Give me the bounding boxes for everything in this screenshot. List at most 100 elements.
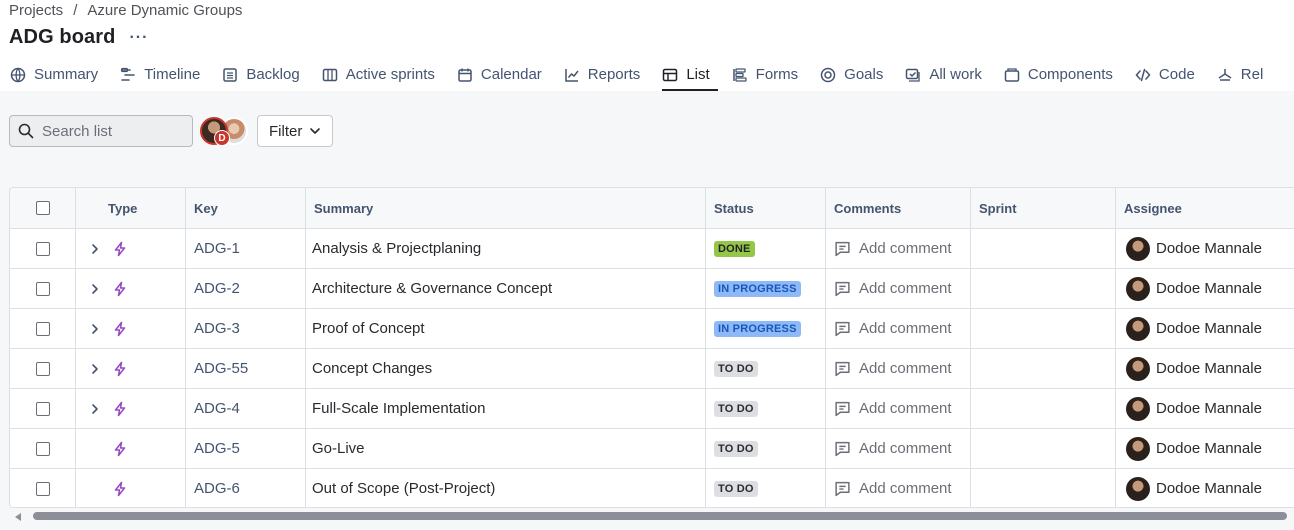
tab-all-work[interactable]: All work: [895, 58, 994, 91]
tab-calendar[interactable]: Calendar: [447, 58, 554, 91]
breadcrumb-projects[interactable]: Projects: [9, 2, 63, 19]
sprint-cell[interactable]: [971, 469, 1116, 507]
sprint-cell[interactable]: [971, 429, 1116, 468]
assignee-cell[interactable]: Dodoe Mannale: [1116, 309, 1294, 348]
comment-cell[interactable]: Add comment: [826, 229, 971, 268]
tab-components[interactable]: Components: [994, 58, 1125, 91]
scrollbar-thumb[interactable]: [33, 512, 1287, 520]
comment-cell[interactable]: Add comment: [826, 309, 971, 348]
header-comments[interactable]: Comments: [826, 188, 971, 228]
search-input[interactable]: Search list: [9, 115, 193, 147]
chevron-right-icon[interactable]: [88, 282, 102, 296]
chevron-right-icon[interactable]: [88, 242, 102, 256]
tab-backlog[interactable]: Backlog: [212, 58, 311, 91]
comment-cell[interactable]: Add comment: [826, 389, 971, 428]
tab-summary[interactable]: Summary: [0, 58, 110, 91]
add-comment-link[interactable]: Add comment: [859, 440, 952, 457]
comment-icon: [835, 281, 850, 297]
table-row[interactable]: ADG-1 Analysis & Projectplaning DONE Add co…: [10, 229, 1294, 269]
add-comment-link[interactable]: Add comment: [859, 400, 952, 417]
chevron-right-icon[interactable]: [88, 362, 102, 376]
table-row[interactable]: ADG-2 Architecture & Governance Concept IN…: [10, 269, 1294, 309]
tab-rel[interactable]: Rel: [1207, 58, 1276, 91]
sprint-cell[interactable]: [971, 309, 1116, 348]
breadcrumb-project[interactable]: Azure Dynamic Groups: [87, 2, 242, 19]
issue-key[interactable]: ADG-6: [186, 469, 306, 507]
table-row[interactable]: ADG-4 Full-Scale Implementation TO DO Add c…: [10, 389, 1294, 429]
issue-summary[interactable]: Concept Changes: [306, 349, 706, 388]
row-checkbox[interactable]: [35, 361, 50, 376]
issue-summary[interactable]: Architecture & Governance Concept: [306, 269, 706, 308]
issue-key[interactable]: ADG-2: [186, 269, 306, 308]
tab-code[interactable]: Code: [1125, 58, 1207, 91]
table-row[interactable]: ADG-6 Out of Scope (Post-Project) TO DO Add…: [10, 469, 1294, 507]
issue-key[interactable]: ADG-3: [186, 309, 306, 348]
comment-cell[interactable]: Add comment: [826, 349, 971, 388]
issue-summary[interactable]: Go-Live: [306, 429, 706, 468]
scroll-left-icon[interactable]: [15, 513, 21, 521]
chevron-right-icon[interactable]: [88, 402, 102, 416]
assignee-cell[interactable]: Dodoe Mannale: [1116, 469, 1294, 507]
header-status[interactable]: Status: [706, 188, 826, 228]
tab-active-sprints[interactable]: Active sprints: [312, 58, 447, 91]
header-type[interactable]: Type: [76, 188, 186, 228]
assignee-cell[interactable]: Dodoe Mannale: [1116, 389, 1294, 428]
status-badge[interactable]: TO DO: [714, 480, 758, 497]
status-badge[interactable]: IN PROGRESS: [714, 280, 801, 297]
header-sprint[interactable]: Sprint: [971, 188, 1116, 228]
row-checkbox[interactable]: [35, 241, 50, 256]
status-badge[interactable]: DONE: [714, 240, 755, 257]
assignee-cell[interactable]: Dodoe Mannale: [1116, 429, 1294, 468]
assignee-cell[interactable]: Dodoe Mannale: [1116, 229, 1294, 268]
add-comment-link[interactable]: Add comment: [859, 320, 952, 337]
table-row[interactable]: ADG-55 Concept Changes TO DO Add comment Dod…: [10, 349, 1294, 389]
comment-cell[interactable]: Add comment: [826, 469, 971, 507]
add-comment-link[interactable]: Add comment: [859, 480, 952, 497]
header-key[interactable]: Key: [186, 188, 306, 228]
sprint-cell[interactable]: [971, 229, 1116, 268]
horizontal-scrollbar[interactable]: [9, 510, 1294, 522]
tab-label: Calendar: [480, 66, 542, 83]
assignee-cell[interactable]: Dodoe Mannale: [1116, 349, 1294, 388]
header-assignee[interactable]: Assignee: [1116, 188, 1294, 228]
comment-cell[interactable]: Add comment: [826, 429, 971, 468]
tab-reports[interactable]: Reports: [554, 58, 653, 91]
assignee-cell[interactable]: Dodoe Mannale: [1116, 269, 1294, 308]
sprint-cell[interactable]: [971, 349, 1116, 388]
chevron-right-icon[interactable]: [88, 322, 102, 336]
issue-key[interactable]: ADG-55: [186, 349, 306, 388]
backlog-icon: [223, 67, 238, 82]
comment-cell[interactable]: Add comment: [826, 269, 971, 308]
tab-timeline[interactable]: Timeline: [110, 58, 212, 91]
status-badge[interactable]: TO DO: [714, 400, 758, 417]
status-badge[interactable]: TO DO: [714, 360, 758, 377]
add-comment-link[interactable]: Add comment: [859, 240, 952, 257]
add-comment-link[interactable]: Add comment: [859, 360, 952, 377]
table-row[interactable]: ADG-5 Go-Live TO DO Add comment Dodoe Mannal…: [10, 429, 1294, 469]
tab-list[interactable]: List: [652, 58, 721, 91]
tab-forms[interactable]: Forms: [722, 58, 811, 91]
issue-summary[interactable]: Full-Scale Implementation: [306, 389, 706, 428]
tab-goals[interactable]: Goals: [810, 58, 895, 91]
table-row[interactable]: ADG-3 Proof of Concept IN PROGRESS Add comm…: [10, 309, 1294, 349]
header-summary[interactable]: Summary: [306, 188, 706, 228]
sprint-cell[interactable]: [971, 389, 1116, 428]
row-checkbox[interactable]: [35, 321, 50, 336]
row-checkbox[interactable]: [35, 281, 50, 296]
row-checkbox[interactable]: [35, 481, 50, 496]
row-checkbox[interactable]: [35, 441, 50, 456]
issue-summary[interactable]: Proof of Concept: [306, 309, 706, 348]
status-badge[interactable]: TO DO: [714, 440, 758, 457]
issue-key[interactable]: ADG-4: [186, 389, 306, 428]
add-comment-link[interactable]: Add comment: [859, 280, 952, 297]
more-actions-button[interactable]: ···: [129, 29, 148, 45]
status-badge[interactable]: IN PROGRESS: [714, 320, 801, 337]
issue-key[interactable]: ADG-1: [186, 229, 306, 268]
filter-button[interactable]: Filter: [257, 115, 333, 147]
issue-summary[interactable]: Out of Scope (Post-Project): [306, 469, 706, 507]
issue-summary[interactable]: Analysis & Projectplaning: [306, 229, 706, 268]
issue-key[interactable]: ADG-5: [186, 429, 306, 468]
row-checkbox[interactable]: [35, 401, 50, 416]
select-all-checkbox[interactable]: [35, 201, 50, 215]
sprint-cell[interactable]: [971, 269, 1116, 308]
